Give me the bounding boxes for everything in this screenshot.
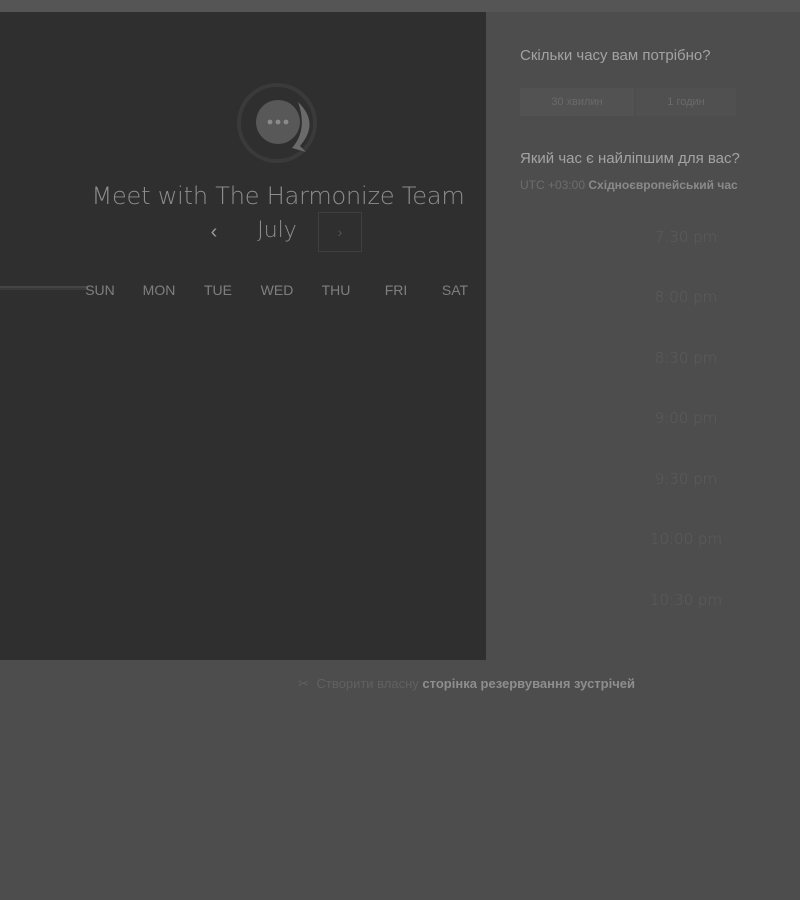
weekday-mon: MON [142, 282, 176, 298]
weekday-wed: WED [260, 282, 294, 298]
duration-option-30min[interactable]: 30 хвилин [520, 88, 634, 116]
month-label: July [257, 218, 297, 243]
harmonize-logo [236, 82, 318, 164]
timezone-name[interactable]: Східноєвропейський час [588, 178, 737, 192]
time-question: Який час є найліпшим для вас? [520, 150, 740, 167]
time-slot[interactable]: 8:30 pm [596, 343, 776, 373]
timezone-offset: UTC +03:00 [520, 178, 586, 192]
time-panel: Скільки часу вам потрібно? 30 хвилин 1 г… [486, 12, 800, 660]
weekday-tue: TUE [204, 282, 232, 298]
footer-text: Створити власну [316, 676, 419, 691]
weekday-header: SUN MON TUE WED THU FRI SAT [70, 282, 486, 302]
top-bar [0, 0, 800, 12]
booking-page-link[interactable]: сторінка резервування зустрічей [422, 676, 635, 691]
time-slot[interactable]: 10:30 pm [596, 585, 776, 615]
scissors-icon: ✂ [298, 676, 309, 691]
footer: ✂ Створити власну сторінка резервування … [298, 676, 635, 692]
duration-option-1h[interactable]: 1 годин [636, 88, 736, 116]
duration-question: Скільки часу вам потрібно? [520, 47, 711, 64]
next-month-button[interactable]: › [318, 212, 362, 252]
weekday-thu: THU [321, 282, 351, 298]
meeting-title: Meet with The Harmonize Team [91, 182, 465, 210]
time-slot[interactable]: 9:30 pm [596, 464, 776, 494]
month-navigation: ‹ July › [196, 212, 366, 254]
time-slot[interactable]: 8:00 pm [596, 282, 776, 312]
time-slot[interactable]: 10:00 pm [596, 524, 776, 554]
calendar-panel: Meet with The Harmonize Team [0, 12, 486, 660]
timezone-selector[interactable]: UTC +03:00 Східноєвропейський час [520, 178, 738, 192]
weekday-sun: SUN [85, 282, 115, 298]
time-slot[interactable]: 7:30 pm [596, 222, 776, 252]
time-slot[interactable]: 9:00 pm [596, 403, 776, 433]
weekday-fri: FRI [384, 282, 408, 298]
prev-month-button[interactable]: ‹ [200, 218, 228, 246]
weekday-sat: SAT [441, 282, 469, 298]
